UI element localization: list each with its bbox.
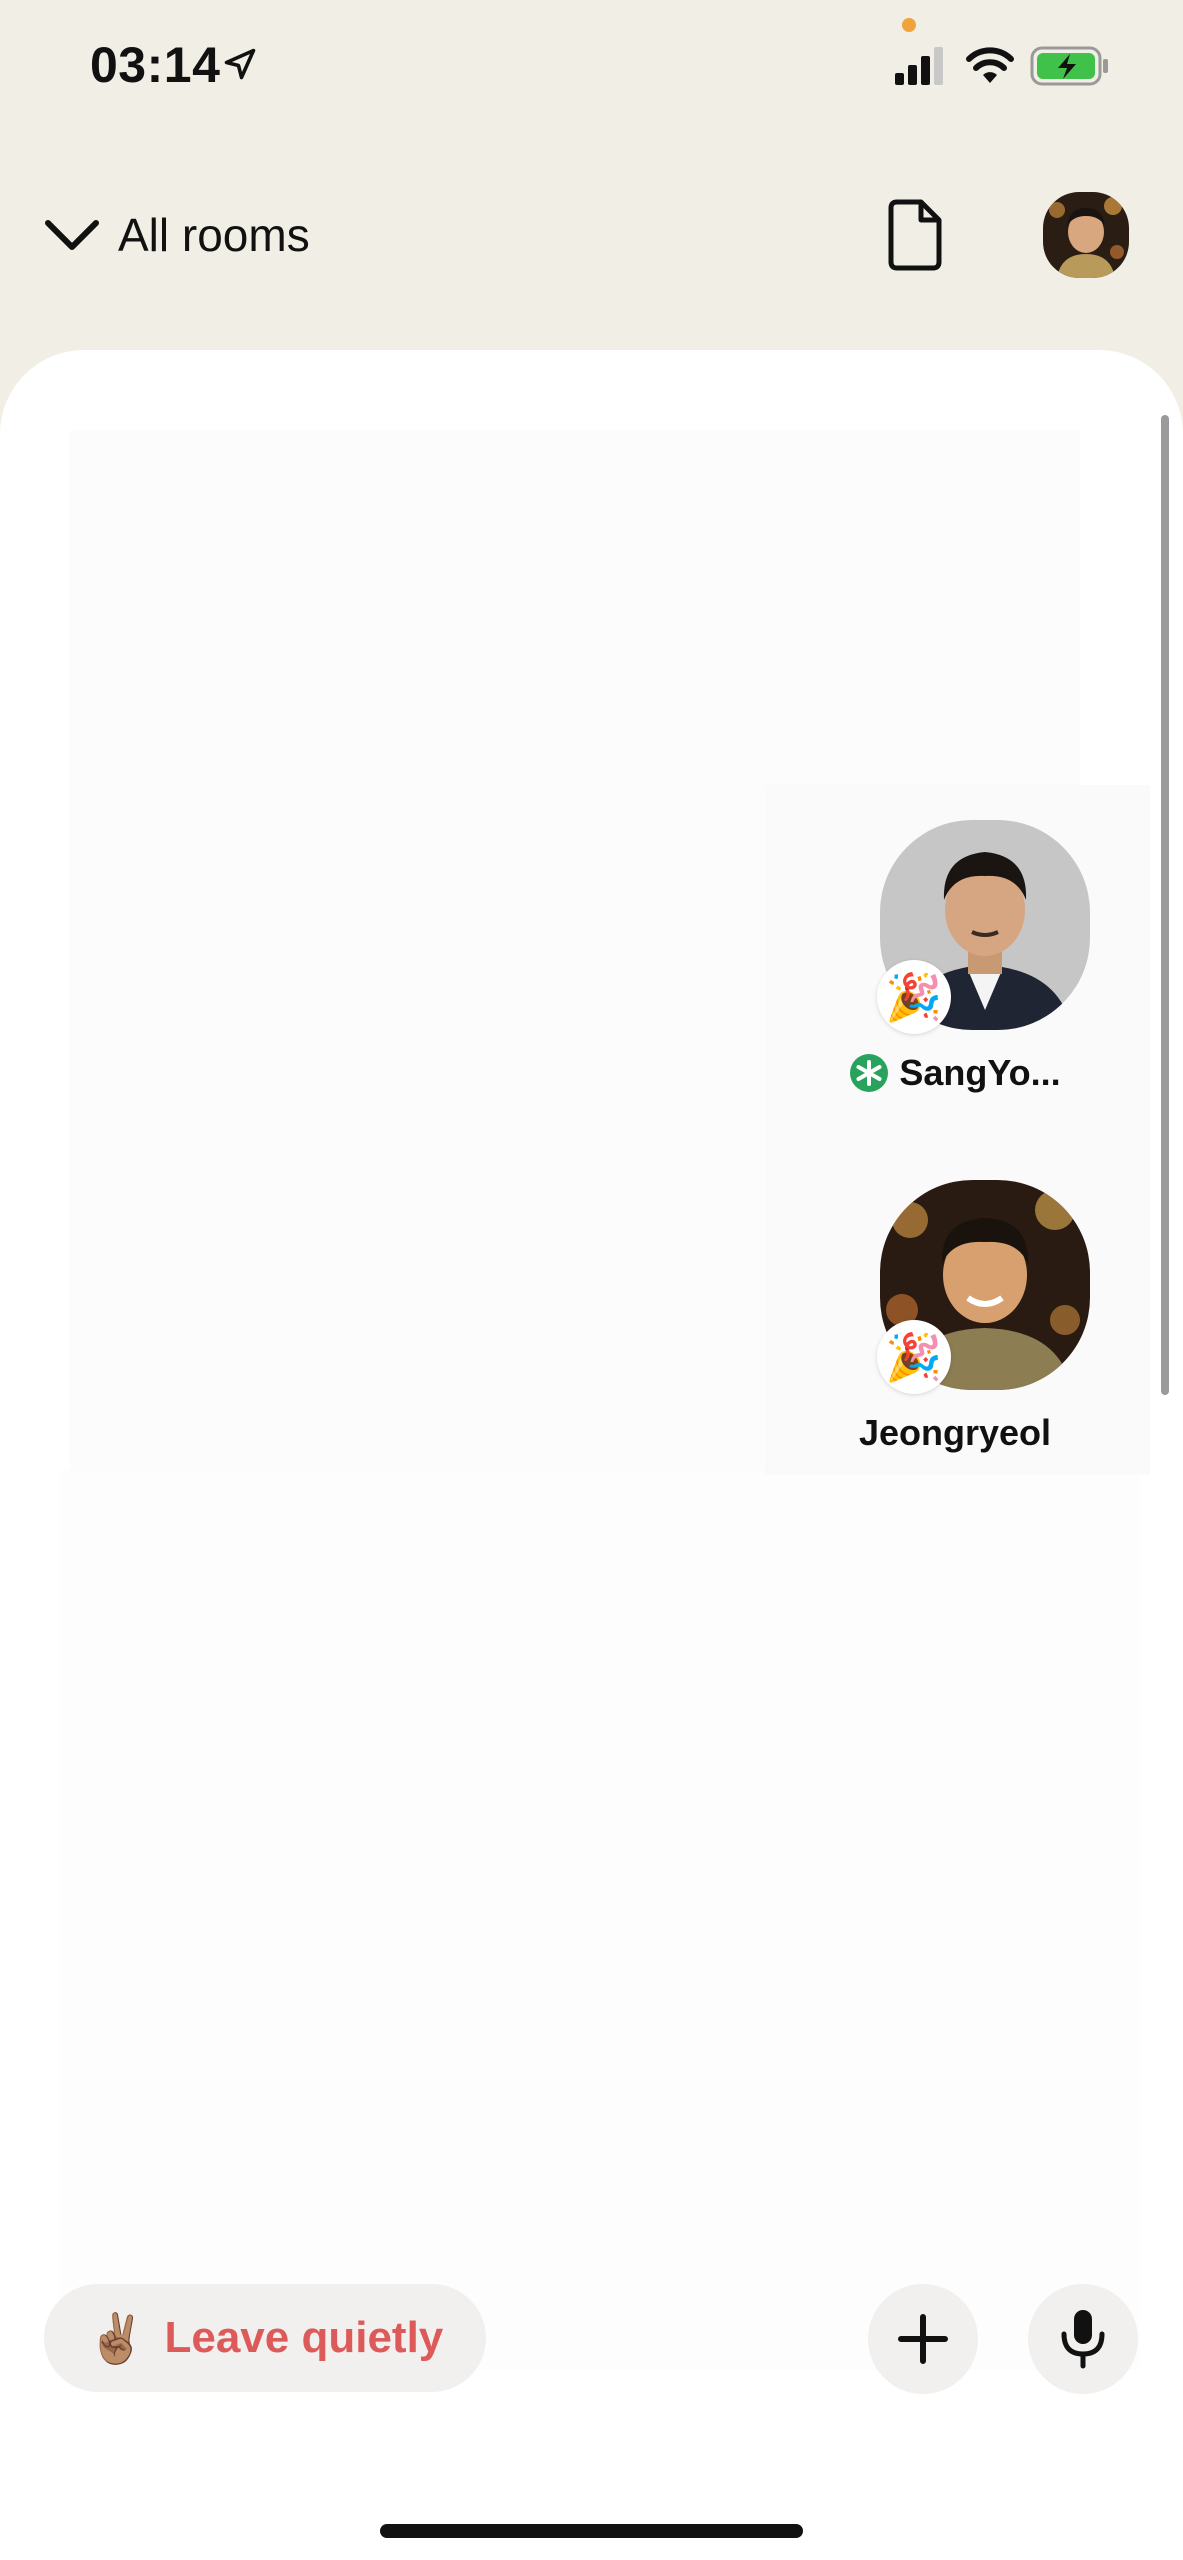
all-rooms-button[interactable]: All rooms — [40, 200, 310, 270]
microphone-icon — [1061, 2310, 1105, 2369]
speaker-tile[interactable]: 🎉 SangYo... — [805, 820, 1105, 1100]
club-badge-icon — [850, 1054, 889, 1092]
party-badge: 🎉 — [877, 960, 951, 1034]
speaker-name: SangYo... — [805, 1052, 1105, 1094]
profile-avatar[interactable] — [1043, 192, 1129, 278]
location-arrow-icon — [224, 48, 256, 80]
document-icon[interactable] — [885, 198, 945, 272]
speaker-name-text: Jeongryeol — [858, 1412, 1052, 1453]
battery-charging-icon — [1030, 46, 1108, 86]
speaker-name-text: SangYo... — [899, 1052, 1061, 1093]
status-time: 03:14 — [90, 37, 221, 93]
scrollbar[interactable] — [1161, 415, 1169, 1395]
raise-hand-mic-button[interactable] — [1028, 2284, 1138, 2394]
plus-icon — [898, 2314, 948, 2364]
add-button[interactable] — [868, 2284, 978, 2394]
privacy-indicator-dot — [902, 18, 916, 32]
all-rooms-label: All rooms — [118, 209, 310, 261]
speaker-name: Jeongryeol — [805, 1412, 1105, 1454]
leave-quietly-button[interactable]: ✌🏽 Leave quietly — [44, 2284, 486, 2392]
wifi-icon — [966, 47, 1014, 83]
chevron-down-icon — [45, 220, 99, 250]
home-indicator[interactable] — [380, 2524, 803, 2538]
status-bar: 03:14 — [0, 0, 1183, 130]
party-badge: 🎉 — [877, 1320, 951, 1394]
room-header: All rooms — [0, 180, 1183, 290]
room-lower-area — [60, 1470, 1140, 2370]
leave-quietly-label: Leave quietly — [164, 2313, 444, 2362]
avatar-photo — [1043, 192, 1129, 278]
peace-hand-icon: ✌🏽 — [86, 2312, 147, 2366]
speaker-tile[interactable]: 🎉 Jeongryeol — [805, 1180, 1105, 1460]
signal-icon — [895, 47, 943, 85]
